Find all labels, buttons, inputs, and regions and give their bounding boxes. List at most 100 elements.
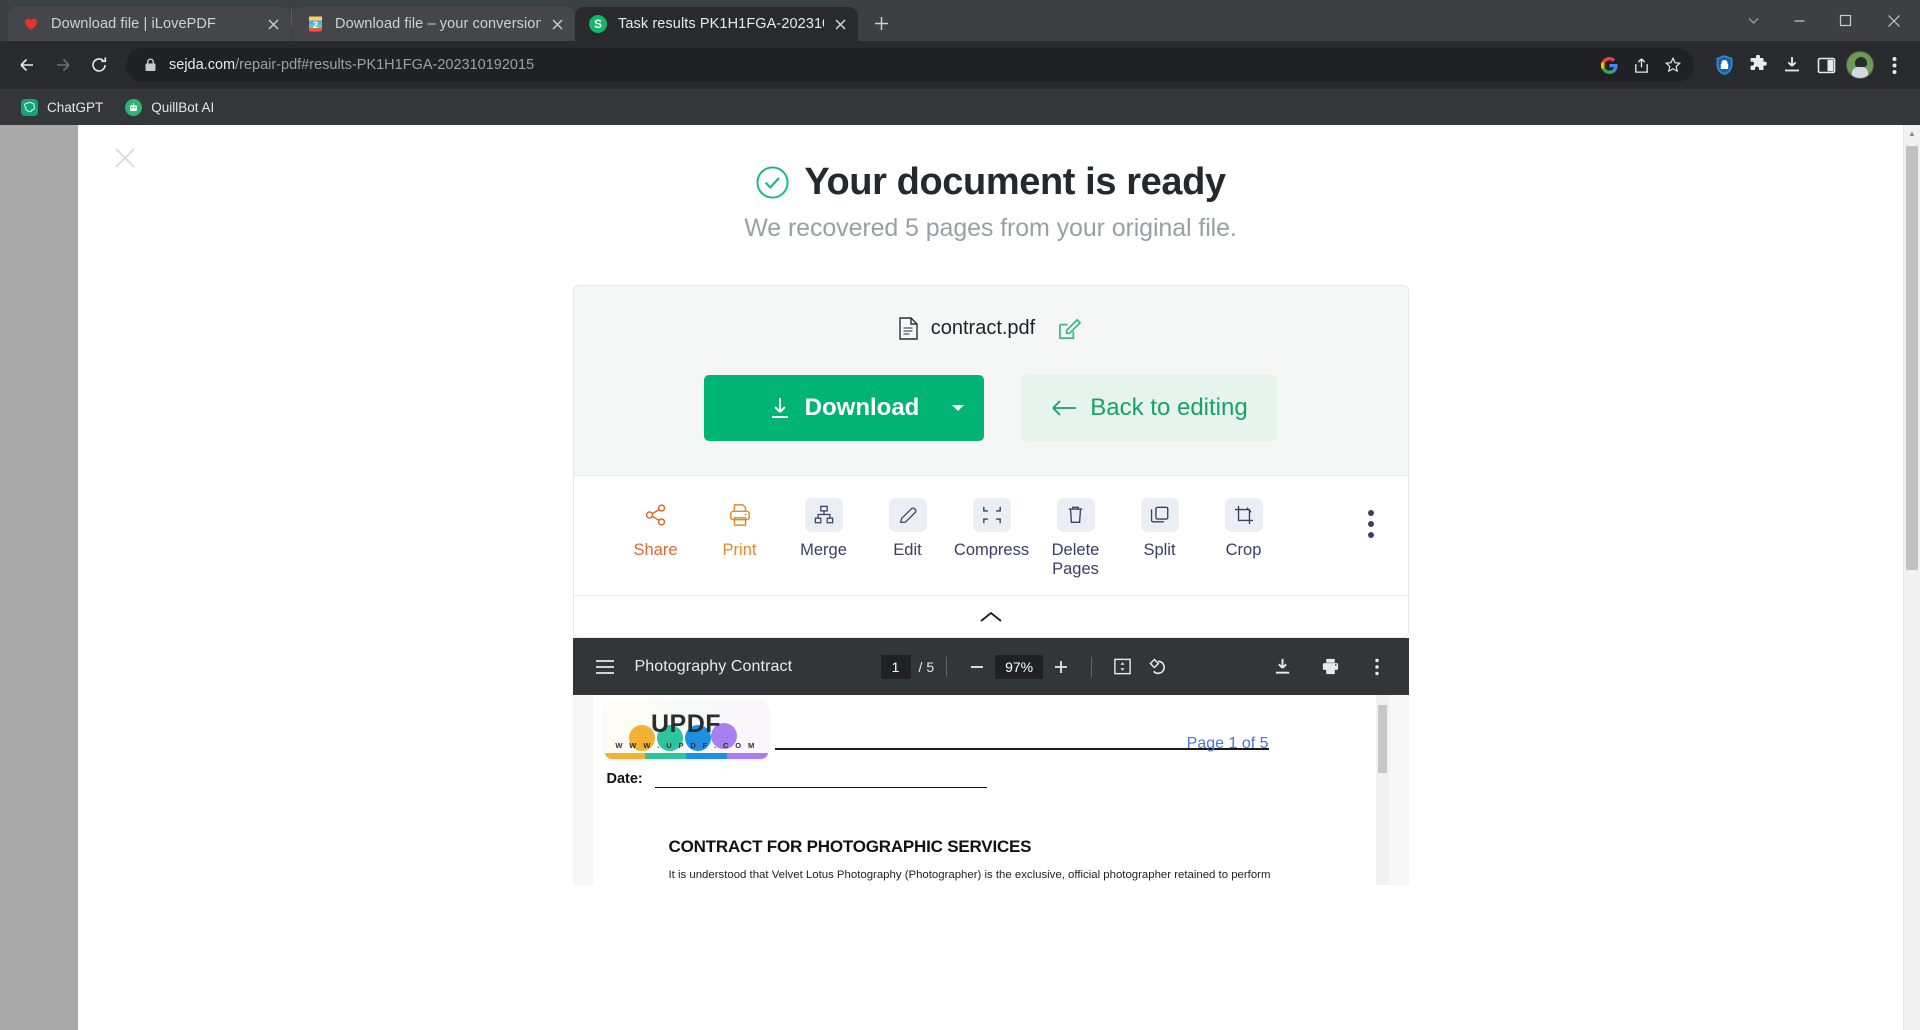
download-arrow-icon <box>769 396 791 420</box>
pdf-more-vertical-dots-icon[interactable] <box>1359 649 1395 685</box>
browser-tab-1[interactable]: Download file | iLovePDF <box>8 7 291 41</box>
address-bar[interactable]: sejda.com/repair-pdf#results-PK1H1FGA-20… <box>126 48 1694 82</box>
tool-split[interactable]: Split <box>1118 498 1202 560</box>
scroll-up-arrow-icon[interactable]: ▲ <box>1904 125 1920 142</box>
tab-title: Task results PK1H1FGA-2023101 <box>618 16 824 32</box>
zoom-in-plus-icon[interactable] <box>1043 649 1079 685</box>
pdf-date-underline <box>655 787 987 788</box>
edit-pencil-icon[interactable] <box>1057 316 1082 341</box>
pdf-download-icon[interactable] <box>1265 649 1301 685</box>
pdf-contract-heading: CONTRACT FOR PHOTOGRAPHIC SERVICES <box>669 837 1032 857</box>
hamburger-menu-icon[interactable] <box>587 649 623 685</box>
pdf-page-label: Page 1 of 5 <box>1187 735 1269 753</box>
profile-avatar[interactable] <box>1844 49 1876 81</box>
chrome-menu-icon[interactable] <box>1878 49 1910 81</box>
pdf-viewer: Photography Contract 1 / 5 97% <box>573 638 1409 885</box>
divider <box>1091 657 1092 677</box>
pdf-zoom-level[interactable]: 97% <box>995 655 1043 679</box>
tab-strip: Download file | iLovePDF 2 Download file… <box>0 0 1920 41</box>
pdf-inner-scrollbar[interactable] <box>1376 695 1389 885</box>
tab-close-icon[interactable] <box>547 14 567 34</box>
tool-delete-pages[interactable]: Delete Pages <box>1034 498 1118 579</box>
pdf-print-icon[interactable] <box>1313 649 1349 685</box>
browser-tab-3[interactable]: S Task results PK1H1FGA-2023101 <box>575 7 858 41</box>
file-name: contract.pdf <box>931 317 1036 340</box>
file-row: contract.pdf <box>574 316 1408 341</box>
bookmark-chatgpt[interactable]: ChatGPT <box>12 95 112 120</box>
caret-down-icon[interactable] <box>952 405 964 411</box>
sejda-results-page: Your document is ready We recovered 5 pa… <box>78 125 1903 1030</box>
omnibox-actions <box>1594 50 1688 80</box>
back-to-editing-button[interactable]: Back to editing <box>1022 375 1277 441</box>
card-top: contract.pdf Download <box>574 286 1408 475</box>
pdf-page-area: CIR UPDF W W W . U P D F . C O M <box>573 695 1409 885</box>
pdf-contract-body: It is understood that Velvet Lotus Photo… <box>669 867 1327 885</box>
back-icon[interactable] <box>10 48 44 82</box>
tool-compress[interactable]: Compress <box>950 498 1034 560</box>
window-controls <box>1730 0 1920 41</box>
compress-icon <box>973 498 1011 532</box>
action-buttons: Download Back to editing <box>574 375 1408 441</box>
download-button[interactable]: Download <box>704 375 984 441</box>
collapse-panel-button[interactable] <box>574 595 1408 637</box>
tool-edit[interactable]: Edit <box>866 498 950 560</box>
printer-icon <box>721 498 759 532</box>
watermark-url: W W W . U P D F . C O M <box>615 741 756 750</box>
share-icon[interactable] <box>1626 50 1656 80</box>
browser-toolbar: sejda.com/repair-pdf#results-PK1H1FGA-20… <box>0 41 1920 89</box>
trash-icon <box>1057 498 1095 532</box>
tab-close-icon[interactable] <box>263 14 283 34</box>
tab-search-chevron-down-icon[interactable] <box>1730 0 1776 41</box>
new-tab-button[interactable] <box>866 8 896 38</box>
check-circle-icon <box>755 165 790 200</box>
zoom-out-minus-icon[interactable] <box>959 649 995 685</box>
google-icon[interactable] <box>1594 50 1624 80</box>
lock-icon <box>140 58 160 72</box>
fit-page-icon[interactable] <box>1104 649 1140 685</box>
downloads-icon[interactable] <box>1776 49 1808 81</box>
page-scrollbar[interactable]: ▲ <box>1903 125 1920 1030</box>
tab-close-icon[interactable] <box>830 14 850 34</box>
zenmate-shield-icon[interactable] <box>1708 49 1740 81</box>
extensions-puzzle-icon[interactable] <box>1742 49 1774 81</box>
browser-tab-2[interactable]: 2 Download file – your conversion <box>292 7 575 41</box>
svg-text:2: 2 <box>312 20 317 30</box>
forward-icon[interactable] <box>46 48 80 82</box>
pdf-inner-scrollbar-thumb[interactable] <box>1378 705 1387 773</box>
tools-more-vertical-dots-icon[interactable] <box>1368 510 1374 538</box>
tool-label: Split <box>1143 541 1175 560</box>
tool-label: Merge <box>800 541 847 560</box>
reload-icon[interactable] <box>82 48 116 82</box>
tool-label: Edit <box>893 541 921 560</box>
maximize-icon[interactable] <box>1822 0 1868 41</box>
url-text: sejda.com/repair-pdf#results-PK1H1FGA-20… <box>160 57 1594 73</box>
minimize-icon[interactable] <box>1776 0 1822 41</box>
tool-print[interactable]: Print <box>698 498 782 560</box>
bookmarks-bar: ChatGPT QuillBot AI <box>0 89 1920 125</box>
bookmark-label: QuillBot AI <box>151 100 214 115</box>
page-title: Your document is ready <box>804 161 1225 204</box>
bookmark-star-icon[interactable] <box>1658 50 1688 80</box>
tool-crop[interactable]: Crop <box>1202 498 1286 560</box>
tool-merge[interactable]: Merge <box>782 498 866 560</box>
tool-label: Crop <box>1226 541 1262 560</box>
tab-title: Download file – your conversion <box>335 16 541 32</box>
pdf-toolbar: Photography Contract 1 / 5 97% <box>573 638 1409 695</box>
tool-share[interactable]: Share <box>614 498 698 560</box>
pdf-page-input[interactable]: 1 <box>881 655 911 679</box>
page-left-gutter <box>0 125 78 1030</box>
close-window-icon[interactable] <box>1868 0 1920 41</box>
bookmark-quillbot[interactable]: QuillBot AI <box>116 95 223 120</box>
tool-label: Share <box>633 541 677 560</box>
rotate-icon[interactable] <box>1140 649 1176 685</box>
hero-section: Your document is ready We recovered 5 pa… <box>78 125 1903 243</box>
page-scrollbar-thumb[interactable] <box>1906 146 1918 570</box>
tool-label: Print <box>723 541 757 560</box>
close-icon[interactable] <box>106 139 144 177</box>
side-panel-icon[interactable] <box>1810 49 1842 81</box>
arrow-left-icon <box>1051 398 1077 418</box>
back-to-editing-label: Back to editing <box>1090 394 1247 422</box>
download-button-label: Download <box>805 394 920 422</box>
tool-label: Delete Pages <box>1052 541 1100 579</box>
pdf-document-title: Photography Contract <box>635 658 793 676</box>
